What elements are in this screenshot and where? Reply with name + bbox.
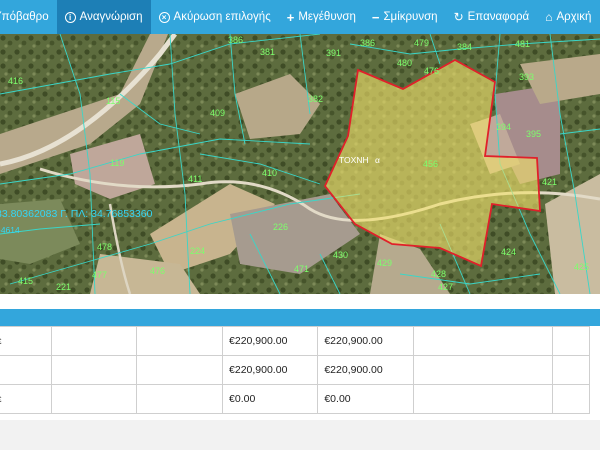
minus-icon: − [371, 9, 380, 25]
map-toolbar: Υπόβαθρο i Αναγνώριση × Ακύρωση επιλογής… [0, 0, 600, 34]
coordinate-readout-sub: -4614 [0, 225, 20, 235]
parcel-label: 386 [360, 38, 375, 48]
parcel-label: 393 [519, 72, 534, 82]
parcel-label: 411 [188, 174, 202, 184]
parcel-label: 478 [97, 242, 112, 252]
parcel-label: 479 [414, 38, 429, 48]
table-cell: ε [0, 326, 53, 356]
toolbar-label: Σμίκρυνση [383, 11, 438, 23]
clear-selection-button[interactable]: × Ακύρωση επιλογής [151, 0, 279, 34]
parcel-label: 391 [326, 48, 341, 58]
parcel-label: 384 [457, 42, 472, 52]
parcel-label: 428 [431, 269, 446, 279]
table-cell [412, 326, 553, 356]
parcel-label: 480 [397, 58, 412, 68]
parcel-label: 416 [8, 76, 23, 86]
table-cell [136, 326, 224, 356]
parcel-label: 471 [294, 264, 309, 274]
table-cell [0, 355, 53, 385]
toolbar-label: Μεγέθυνση [298, 11, 356, 23]
parcel-label: 395 [526, 129, 541, 139]
table-cell [551, 355, 591, 385]
results-table: ε €220,900.00 €220,900.00 €220,900.00 €2… [0, 326, 591, 414]
zoom-in-button[interactable]: + Μεγέθυνση [279, 0, 364, 34]
cancel-icon: × [158, 11, 170, 23]
table-row[interactable]: ε €0.00 €0.00 [0, 384, 591, 414]
table-cell [51, 355, 138, 385]
table-cell: ε [0, 384, 53, 414]
parcel-label: 224 [190, 246, 205, 256]
table-cell [412, 384, 553, 414]
parcel-label: 481 [515, 39, 530, 49]
toolbar-label: Αρχική [556, 11, 592, 23]
table-cell: €220,900.00 [222, 355, 319, 385]
table-cell: €220,900.00 [317, 355, 414, 385]
parcel-label: 221 [56, 282, 71, 292]
map-view[interactable]: 386 381 391 386 479 384 481 416 115 480 … [0, 34, 600, 294]
parcel-label: 424 [501, 247, 516, 257]
parcel-label: 456 [423, 159, 438, 169]
parcel-label: 381 [260, 47, 275, 57]
table-cell [51, 384, 138, 414]
parcel-label: 410 [262, 168, 277, 178]
table-cell [136, 355, 224, 385]
map-canvas[interactable]: 386 381 391 386 479 384 481 416 115 480 … [0, 34, 600, 294]
table-cell [136, 384, 224, 414]
home-icon: ⌂ [545, 10, 553, 24]
selected-parcel-name: ΤΟΧΝΗ [339, 155, 369, 165]
parcel-label: 427 [438, 282, 453, 292]
coordinate-readout: 33.80362083 Γ. ΠΛ: 34.76853360 [0, 208, 153, 220]
table-cell: €0.00 [222, 384, 319, 414]
info-icon: i [64, 11, 76, 23]
parcel-label: 386 [228, 35, 243, 45]
parcel-label: 226 [273, 222, 288, 232]
parcel-label: 476 [424, 66, 439, 76]
parcel-label: 394 [496, 122, 511, 132]
zoom-out-button[interactable]: − Σμίκρυνση [364, 0, 446, 34]
table-row[interactable]: €220,900.00 €220,900.00 [0, 355, 591, 385]
parcel-label: 119 [110, 158, 124, 168]
parcel-label: 415 [18, 276, 33, 286]
table-cell: €220,900.00 [317, 326, 414, 356]
selected-parcel-sub: α [375, 155, 380, 165]
toolbar-label: Αναγνώριση [79, 11, 143, 23]
parcel-label: 429 [377, 258, 392, 268]
home-button[interactable]: ⌂ Αρχική [537, 0, 599, 34]
results-header-bar [0, 309, 600, 326]
parcel-label: 425 [574, 262, 589, 272]
parcel-label: 477 [92, 270, 107, 280]
parcel-label: 430 [333, 250, 348, 260]
toolbar-label: Ακύρωση επιλογής [173, 11, 271, 23]
table-row[interactable]: ε €220,900.00 €220,900.00 [0, 326, 591, 356]
toolbar-label: Υπόβαθρο [0, 11, 49, 23]
parcel-label: 421 [542, 177, 557, 187]
identify-button[interactable]: i Αναγνώριση [56, 0, 151, 34]
table-cell [551, 384, 591, 414]
table-cell: €0.00 [317, 384, 414, 414]
table-cell [51, 326, 138, 356]
plus-icon: + [286, 9, 295, 25]
panel-footer [0, 420, 600, 450]
reset-button[interactable]: ↻ Επαναφορά [446, 0, 538, 34]
refresh-icon: ↻ [453, 10, 464, 24]
basemap-button[interactable]: Υπόβαθρο [0, 0, 57, 34]
table-cell: €220,900.00 [222, 326, 319, 356]
parcel-label: 409 [210, 108, 225, 118]
table-cell [551, 326, 591, 356]
parcel-label: 382 [308, 94, 323, 104]
table-cell [412, 355, 553, 385]
parcel-label: 115 [106, 96, 120, 106]
toolbar-label: Επαναφορά [467, 11, 530, 23]
parcel-label: 476 [150, 266, 165, 276]
